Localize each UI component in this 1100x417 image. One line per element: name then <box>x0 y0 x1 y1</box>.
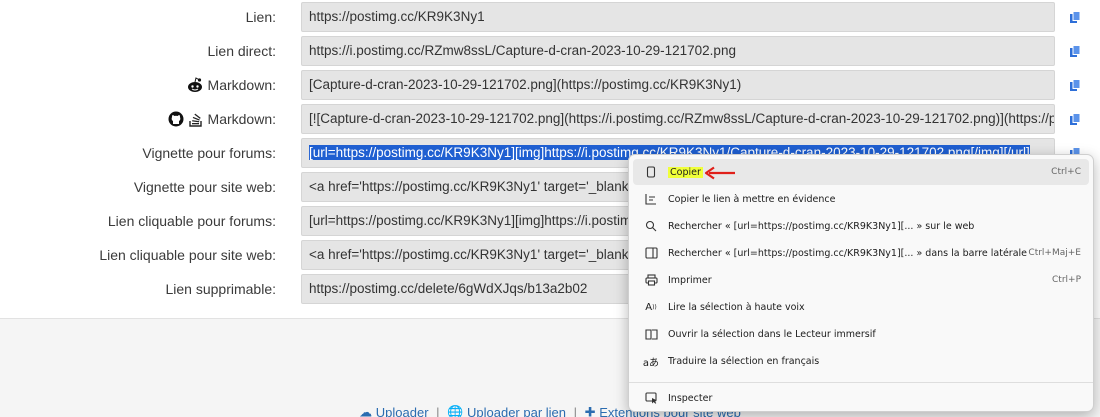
menu-label-search-sidebar: Rechercher « [url=https://postimg.cc/KR9… <box>668 247 1028 259</box>
label-markdown-reddit: Markdown: <box>186 70 276 100</box>
globe-icon: 🌐 <box>447 404 464 417</box>
search-icon <box>641 220 661 232</box>
field-markdown-reddit[interactable]: [Capture-d-cran-2023-10-29-121702.png](h… <box>301 70 1055 100</box>
label-clickable-website: Lien cliquable pour site web: <box>99 247 276 263</box>
menu-item-copy-highlight-link[interactable]: Copier le lien à mettre en évidence <box>633 186 1089 212</box>
read-aloud-icon: A)) <box>645 301 657 313</box>
menu-label-copy-highlight-link: Copier le lien à mettre en évidence <box>668 193 836 205</box>
upload-by-link[interactable]: Uploader par lien <box>467 405 566 417</box>
copy-icon <box>641 165 661 179</box>
menu-item-copy[interactable]: Copier Ctrl+C <box>633 159 1089 185</box>
translate-icon: aあ <box>642 357 660 369</box>
copy-button-markdown-reddit[interactable] <box>1060 70 1090 100</box>
menu-label-print: Imprimer <box>668 274 712 286</box>
label-thumbnail-website: Vignette pour site web: <box>133 179 276 195</box>
label-link: Lien: <box>245 9 276 25</box>
sidebar-search-icon <box>641 247 661 259</box>
menu-item-immersive-reader[interactable]: Ouvrir la sélection dans le Lecteur imme… <box>633 321 1089 347</box>
label-clickable-forums: Lien cliquable pour forums: <box>107 213 276 229</box>
shortcut-search-sidebar: Ctrl+Maj+E <box>1028 248 1081 258</box>
row-direct-link: Lien direct: https://i.postimg.cc/RZmw8s… <box>0 36 1100 66</box>
printer-icon <box>641 274 661 286</box>
upload-link[interactable]: Uploader <box>376 405 429 417</box>
context-menu: Copier Ctrl+C Copier le lien à mettre en… <box>628 154 1094 412</box>
puzzle-icon: ✚ <box>584 404 596 417</box>
label-direct-link: Lien direct: <box>207 43 276 59</box>
copy-button-link[interactable] <box>1060 2 1090 32</box>
field-link[interactable]: https://postimg.cc/KR9K3Ny1 <box>301 2 1055 32</box>
menu-item-inspect[interactable]: Inspecter <box>633 385 1089 411</box>
menu-label-translate: Traduire la sélection en français <box>668 355 820 367</box>
shortcut-print: Ctrl+P <box>1052 275 1081 285</box>
copy-button-direct-link[interactable] <box>1060 36 1090 66</box>
menu-divider <box>629 382 1093 383</box>
field-direct-link[interactable]: https://i.postimg.cc/RZmw8ssL/Capture-d-… <box>301 36 1055 66</box>
stackoverflow-icon <box>188 113 202 127</box>
github-icon <box>168 111 184 127</box>
copy-icon <box>1070 112 1081 125</box>
label-markdown-github: Markdown: <box>168 104 276 134</box>
menu-item-search-web[interactable]: Rechercher « [url=https://postimg.cc/KR9… <box>633 213 1089 239</box>
menu-item-search-sidebar[interactable]: Rechercher « [url=https://postimg.cc/KR9… <box>633 240 1089 266</box>
copy-icon <box>1070 78 1081 91</box>
menu-label-read-aloud: Lire la sélection à haute voix <box>668 301 805 313</box>
row-link: Lien: https://postimg.cc/KR9K3Ny1 <box>0 2 1100 32</box>
copy-icon <box>1070 10 1081 23</box>
inspect-icon <box>641 392 661 404</box>
row-markdown-github: Markdown: [![Capture-d-cran-2023-10-29-1… <box>0 104 1100 134</box>
footer-separator: | <box>573 405 578 417</box>
menu-label-copy: Copier <box>668 166 703 178</box>
footer-separator: | <box>436 405 440 417</box>
menu-label-immersive-reader: Ouvrir la sélection dans le Lecteur imme… <box>668 328 876 340</box>
menu-label-inspect: Inspecter <box>668 392 713 404</box>
immersive-reader-icon <box>641 328 661 340</box>
row-markdown-reddit: Markdown: [Capture-d-cran-2023-10-29-121… <box>0 70 1100 100</box>
upload-icon: ☁ <box>359 404 373 417</box>
menu-label-search-web: Rechercher « [url=https://postimg.cc/KR9… <box>668 220 975 232</box>
reddit-icon <box>187 77 202 92</box>
label-thumbnail-forums: Vignette pour forums: <box>142 145 276 161</box>
menu-item-translate[interactable]: aあ Traduire la sélection en français <box>633 348 1089 374</box>
shortcut-copy: Ctrl+C <box>1051 167 1081 177</box>
menu-item-read-aloud[interactable]: A)) Lire la sélection à haute voix <box>633 294 1089 320</box>
field-markdown-github[interactable]: [![Capture-d-cran-2023-10-29-121702.png]… <box>301 104 1055 134</box>
copy-icon <box>1070 44 1081 57</box>
menu-item-print[interactable]: Imprimer Ctrl+P <box>633 267 1089 293</box>
label-delete-link: Lien supprimable: <box>165 281 276 297</box>
copy-button-markdown-github[interactable] <box>1060 104 1090 134</box>
link-highlight-icon <box>641 193 661 206</box>
annotation-arrow-icon <box>704 166 735 180</box>
